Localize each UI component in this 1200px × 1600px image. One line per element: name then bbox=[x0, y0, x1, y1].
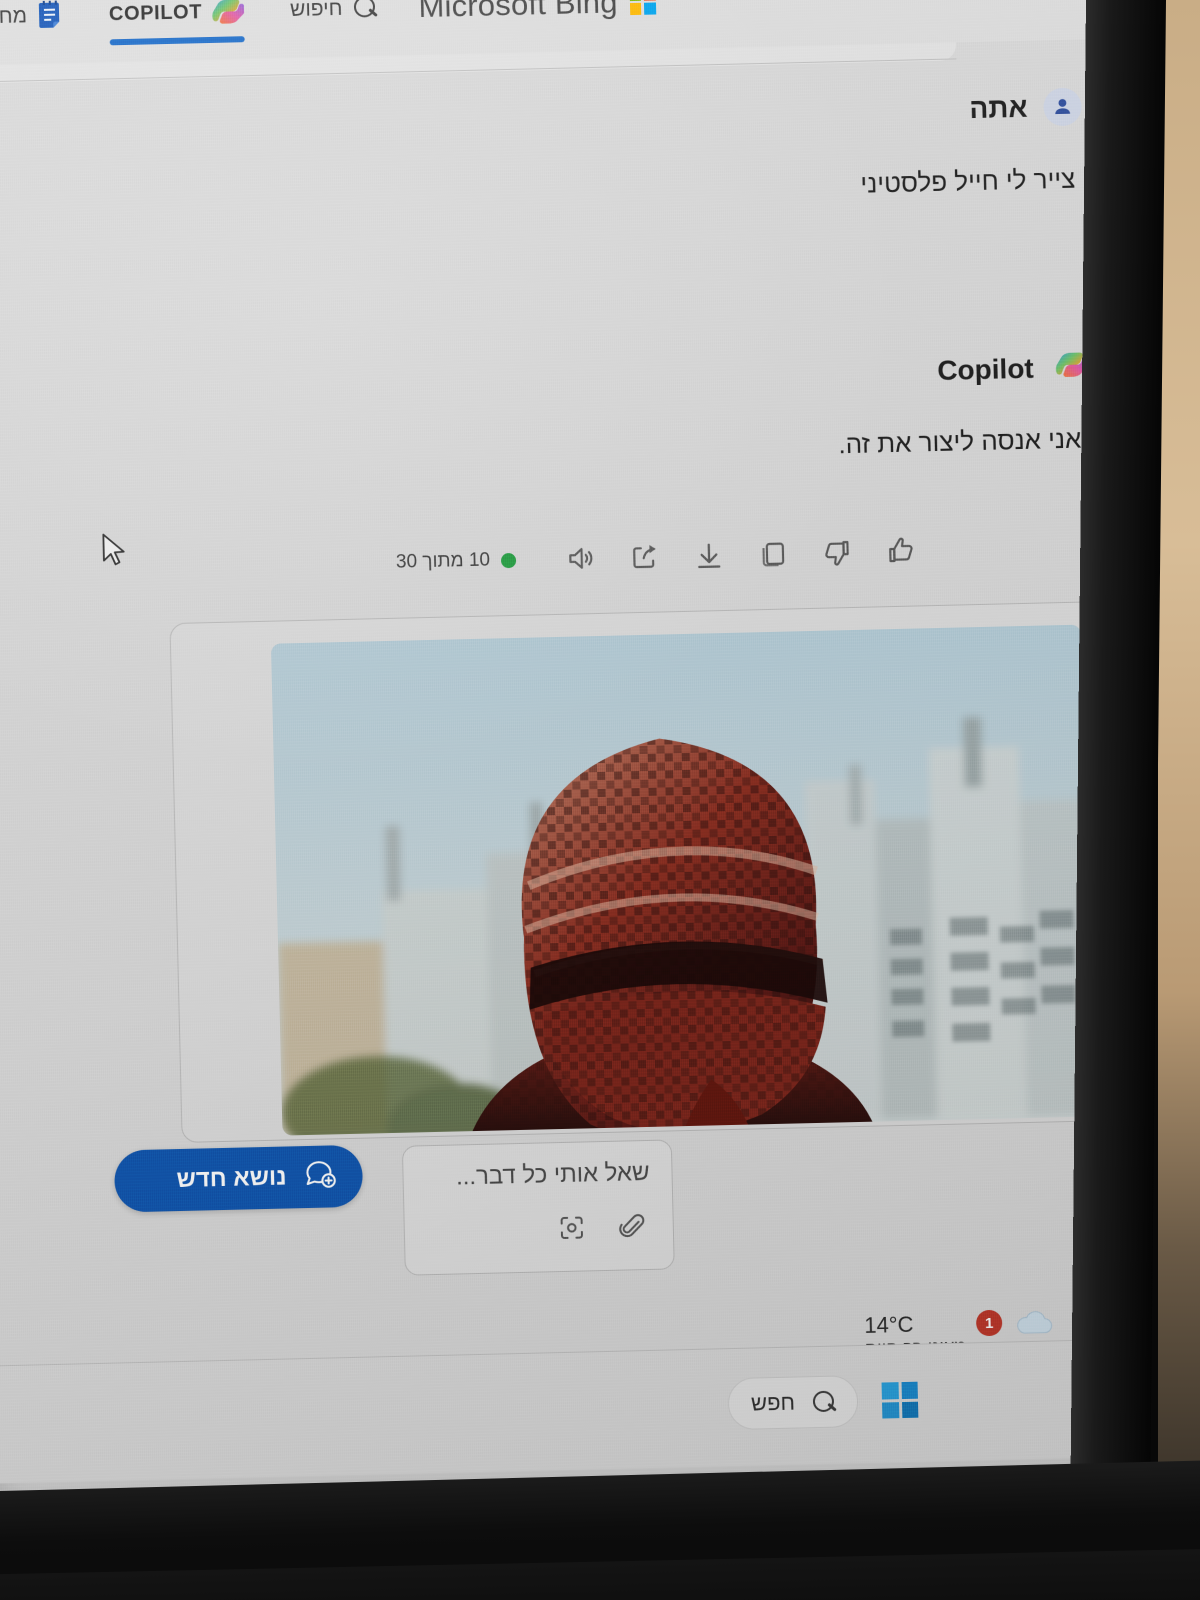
user-message-author: אתה bbox=[969, 91, 1028, 125]
generated-image[interactable] bbox=[270, 624, 1093, 1136]
assistant-message-text: אני אנסה ליצור את זה. bbox=[838, 423, 1082, 460]
taskbar-search[interactable]: חפש bbox=[727, 1375, 859, 1431]
assistant-message: Copilot אני אנסה ליצור את זה. bbox=[48, 349, 1090, 482]
microsoft-logo-icon bbox=[629, 0, 656, 16]
nav-item-notebook-label: מחברת bbox=[0, 4, 28, 29]
visual-search-button[interactable] bbox=[554, 1210, 589, 1245]
image-result-card[interactable] bbox=[169, 601, 1112, 1143]
user-message: אתה צייר לי חייל פלסטיני bbox=[41, 87, 1083, 222]
user-message-header: אתה bbox=[41, 87, 1082, 149]
nav-item-copilot[interactable]: COPILOT bbox=[102, 0, 251, 49]
monitor-photo: Microsoft Bing חיפוש COPILOT מחברת אתה צ… bbox=[0, 0, 1200, 1600]
notebook-icon bbox=[37, 0, 64, 31]
brand-label: Microsoft Bing bbox=[418, 0, 619, 25]
copilot-icon bbox=[212, 0, 245, 27]
person-icon bbox=[1055, 99, 1071, 115]
image-credits: 10 מתוך 30 bbox=[396, 549, 517, 574]
assistant-message-author: Copilot bbox=[936, 352, 1035, 386]
cloud-icon bbox=[1012, 1308, 1057, 1339]
new-topic-label: נושא חדש bbox=[176, 1163, 287, 1194]
nav-item-search-label: חיפוש bbox=[289, 0, 343, 22]
nav-item-notebook[interactable]: מחברת bbox=[0, 0, 70, 53]
notification-badge: 1 bbox=[975, 1309, 1003, 1337]
like-button[interactable] bbox=[884, 533, 919, 568]
chat-plus-icon bbox=[302, 1156, 337, 1198]
credit-status-dot bbox=[500, 552, 517, 568]
attach-button[interactable] bbox=[614, 1209, 649, 1244]
read-aloud-button[interactable] bbox=[564, 541, 599, 576]
message-composer[interactable]: שאל אותי כל דבר... bbox=[401, 1139, 675, 1276]
new-topic-button[interactable]: נושא חדש bbox=[113, 1144, 364, 1213]
weather-temperature: 14°C bbox=[864, 1311, 914, 1338]
nav-item-search[interactable]: חיפוש bbox=[283, 0, 385, 45]
active-tab-underline bbox=[109, 36, 245, 46]
screen-viewport: Microsoft Bing חיפוש COPILOT מחברת אתה צ… bbox=[0, 0, 1151, 1515]
mouse-cursor-icon bbox=[99, 532, 130, 571]
share-button[interactable] bbox=[628, 539, 663, 574]
search-icon bbox=[352, 0, 379, 22]
user-message-text: צייר לי חייל פלסטיני bbox=[860, 163, 1076, 199]
message-action-toolbar: 10 מתוך 30 bbox=[396, 533, 919, 579]
dislike-button[interactable] bbox=[820, 535, 855, 570]
bing-brand[interactable]: Microsoft Bing bbox=[418, 0, 656, 25]
windows-logo-icon[interactable] bbox=[881, 1381, 919, 1419]
avatar bbox=[1043, 87, 1082, 127]
composer-tools bbox=[426, 1209, 651, 1248]
chat-page: אתה צייר לי חייל פלסטיני Copilot אני אנס… bbox=[0, 38, 1147, 1366]
image-credits-label: 10 מתוך 30 bbox=[395, 549, 491, 573]
nav-item-copilot-label: COPILOT bbox=[108, 0, 203, 25]
assistant-message-header: Copilot bbox=[48, 349, 1089, 409]
background-wall bbox=[1158, 0, 1200, 1600]
taskbar-search-label: חפש bbox=[750, 1389, 796, 1416]
search-icon bbox=[811, 1390, 836, 1415]
composer-placeholder: שאל אותי כל דבר... bbox=[455, 1158, 650, 1191]
copy-button[interactable] bbox=[756, 536, 791, 571]
download-button[interactable] bbox=[692, 538, 727, 573]
monitor-bezel-right bbox=[1069, 0, 1166, 1600]
